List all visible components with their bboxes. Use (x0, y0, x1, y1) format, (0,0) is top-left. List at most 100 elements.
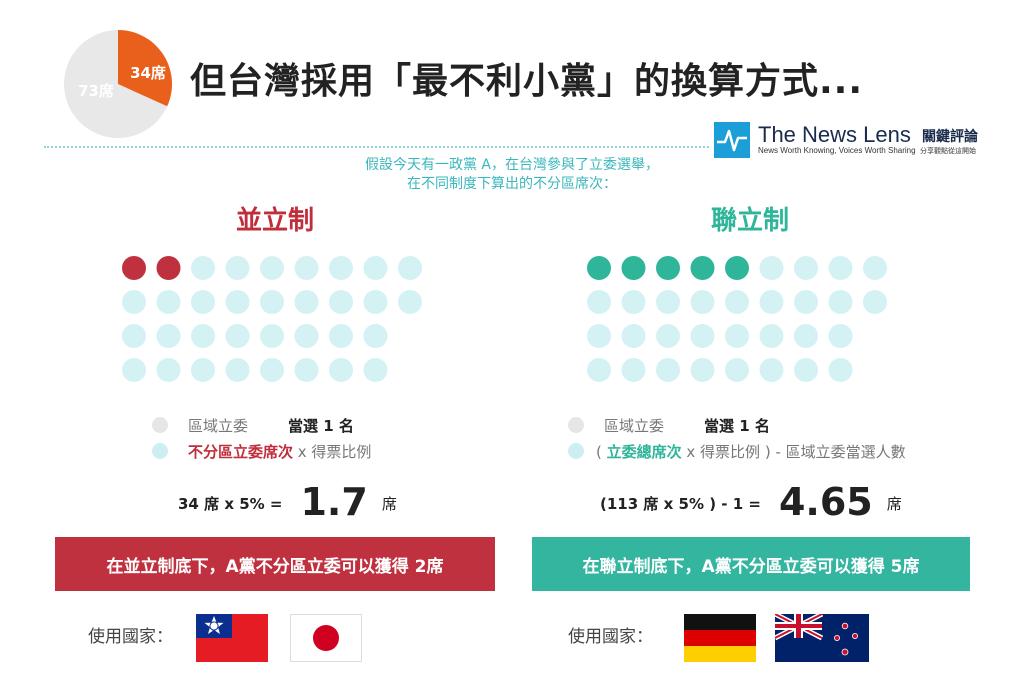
parallel-calculation: 34 席 x 5% = 1.7 席 (178, 480, 397, 524)
parallel-seat-dot-empty (122, 358, 146, 382)
pie-label-34: 34席 (130, 64, 166, 82)
mixed-seat-dot-empty (587, 290, 611, 314)
parallel-legend-district: 區域立委 當選 1 名 (152, 415, 354, 436)
pulse-logo-icon (714, 122, 750, 158)
intro-line-1: 假設今天有一政黨 A，在台灣參與了立委選舉， (364, 157, 660, 173)
mixed-seat-dot-filled (587, 256, 611, 280)
parallel-seat-dot-empty (398, 290, 422, 314)
mixed-seat-dot-empty (690, 324, 715, 348)
mixed-seat-dot-empty (863, 256, 887, 280)
parallel-seat-dot-empty (294, 358, 319, 382)
mixed-seat-dot-empty (725, 358, 749, 382)
legend-open: ( (596, 443, 607, 461)
mixed-seat-dot-empty (656, 290, 680, 314)
mixed-seat-dot-empty (621, 290, 646, 314)
gray-dot-icon (568, 417, 584, 433)
germany-flag (684, 614, 756, 662)
parallel-system-title: 並立制 (235, 206, 314, 236)
mixed-seat-dot-empty (794, 358, 818, 382)
parallel-seat-dot-empty (225, 358, 250, 382)
mixed-seat-dot-filled (690, 256, 715, 280)
calc-result: 1.7 (300, 480, 368, 524)
parallel-seat-dot-empty (363, 290, 388, 314)
calc-unit: 席 (886, 495, 902, 513)
legend-rest: x 得票比例 ) - 區域立委當選人數 (681, 443, 906, 461)
new-zealand-flag (775, 614, 869, 662)
parallel-seat-dot-empty (191, 290, 215, 314)
parallel-seat-dot-empty (122, 290, 146, 314)
parallel-result-banner: 在並立制底下，A黨不分區立委可以獲得 2席 (55, 537, 495, 591)
legend-rest: x 得票比例 (293, 443, 372, 461)
parallel-seat-dot-empty (260, 290, 284, 314)
logo-tagline: News Worth Knowing, Voices Worth Sharing (758, 146, 916, 155)
parallel-seat-dot-empty (191, 256, 215, 280)
parallel-seat-dots (122, 256, 422, 382)
japan-flag (290, 614, 362, 662)
parallel-countries-label: 使用國家： (88, 627, 173, 647)
mixed-seat-dot-empty (621, 324, 646, 348)
mixed-seat-dot-filled (656, 256, 680, 280)
parallel-seat-dot-empty (260, 358, 284, 382)
mixed-countries-label: 使用國家： (568, 627, 653, 647)
legend-label: 區域立委 (188, 417, 249, 435)
mixed-seat-dot-filled (725, 256, 749, 280)
legend-highlight: 立委總席次 (606, 443, 682, 461)
light-teal-dot-icon (568, 443, 584, 459)
calc-formula: (113 席 x 5% ) - 1 = (600, 495, 761, 513)
parallel-seat-dot-empty (329, 256, 353, 280)
parallel-seat-dot-empty (363, 256, 388, 280)
mixed-seat-dot-empty (794, 256, 818, 280)
mixed-seat-dots (587, 256, 887, 382)
parallel-seat-dot-empty (191, 358, 215, 382)
parallel-seat-dot-empty (156, 358, 181, 382)
calc-formula: 34 席 x 5% = (178, 495, 283, 513)
mixed-seat-dot-empty (690, 358, 715, 382)
mixed-seat-dot-empty (759, 324, 784, 348)
legend-value: 當選 1 名 (704, 417, 770, 435)
parallel-seat-dot-empty (260, 256, 284, 280)
parallel-seat-dot-empty (294, 290, 319, 314)
mixed-seat-dot-empty (863, 290, 887, 314)
mixed-seat-dot-empty (587, 358, 611, 382)
mixed-seat-dot-empty (690, 290, 715, 314)
mixed-seat-dot-empty (656, 324, 680, 348)
parallel-seat-dot-empty (156, 324, 181, 348)
parallel-seat-dot-filled (122, 256, 146, 280)
mixed-seat-dot-empty (656, 358, 680, 382)
mixed-seat-dot-empty (725, 324, 749, 348)
parallel-seat-dot-empty (225, 256, 250, 280)
parallel-seat-dot-empty (294, 324, 319, 348)
legend-label: 區域立委 (604, 417, 665, 435)
parallel-seat-dot-empty (398, 256, 422, 280)
mixed-calculation: (113 席 x 5% ) - 1 = 4.65 席 (600, 480, 902, 524)
mixed-seat-dot-empty (828, 256, 853, 280)
mixed-seat-dot-empty (725, 290, 749, 314)
mixed-system-title: 聯立制 (710, 206, 789, 236)
mixed-seat-dot-empty (759, 256, 784, 280)
parallel-seat-dot-empty (191, 324, 215, 348)
legend-highlight: 不分區立委席次 (188, 443, 294, 461)
parallel-seat-dot-empty (329, 324, 353, 348)
mixed-seat-dot-empty (794, 290, 818, 314)
parallel-seat-dot-empty (122, 324, 146, 348)
legend-value: 當選 1 名 (288, 417, 354, 435)
parallel-seat-dot-empty (329, 358, 353, 382)
dotted-divider (44, 146, 709, 148)
parallel-seat-dot-empty (363, 358, 388, 382)
parallel-seat-dot-empty (156, 290, 181, 314)
logo-tagline-zh: 分享觀點從這開始 (920, 147, 976, 155)
mixed-seat-dot-empty (759, 290, 784, 314)
parallel-seat-dot-empty (225, 324, 250, 348)
mixed-seat-dot-empty (828, 324, 853, 348)
light-teal-dot-icon (152, 443, 168, 459)
parallel-seat-dot-empty (260, 324, 284, 348)
mixed-seat-dot-empty (587, 324, 611, 348)
logo-name-zh: 關鍵評論 (922, 129, 978, 145)
mixed-seat-dot-empty (794, 324, 818, 348)
parallel-seat-dot-empty (225, 290, 250, 314)
mixed-seat-dot-empty (759, 358, 784, 382)
intro-line-2: 在不同制度下算出的不分區席次： (407, 176, 617, 192)
calc-unit: 席 (381, 495, 397, 513)
intro-text: 假設今天有一政黨 A，在台灣參與了立委選舉， 在不同制度下算出的不分區席次： (0, 156, 1024, 194)
mixed-legend-district: 區域立委 當選 1 名 (568, 415, 770, 436)
